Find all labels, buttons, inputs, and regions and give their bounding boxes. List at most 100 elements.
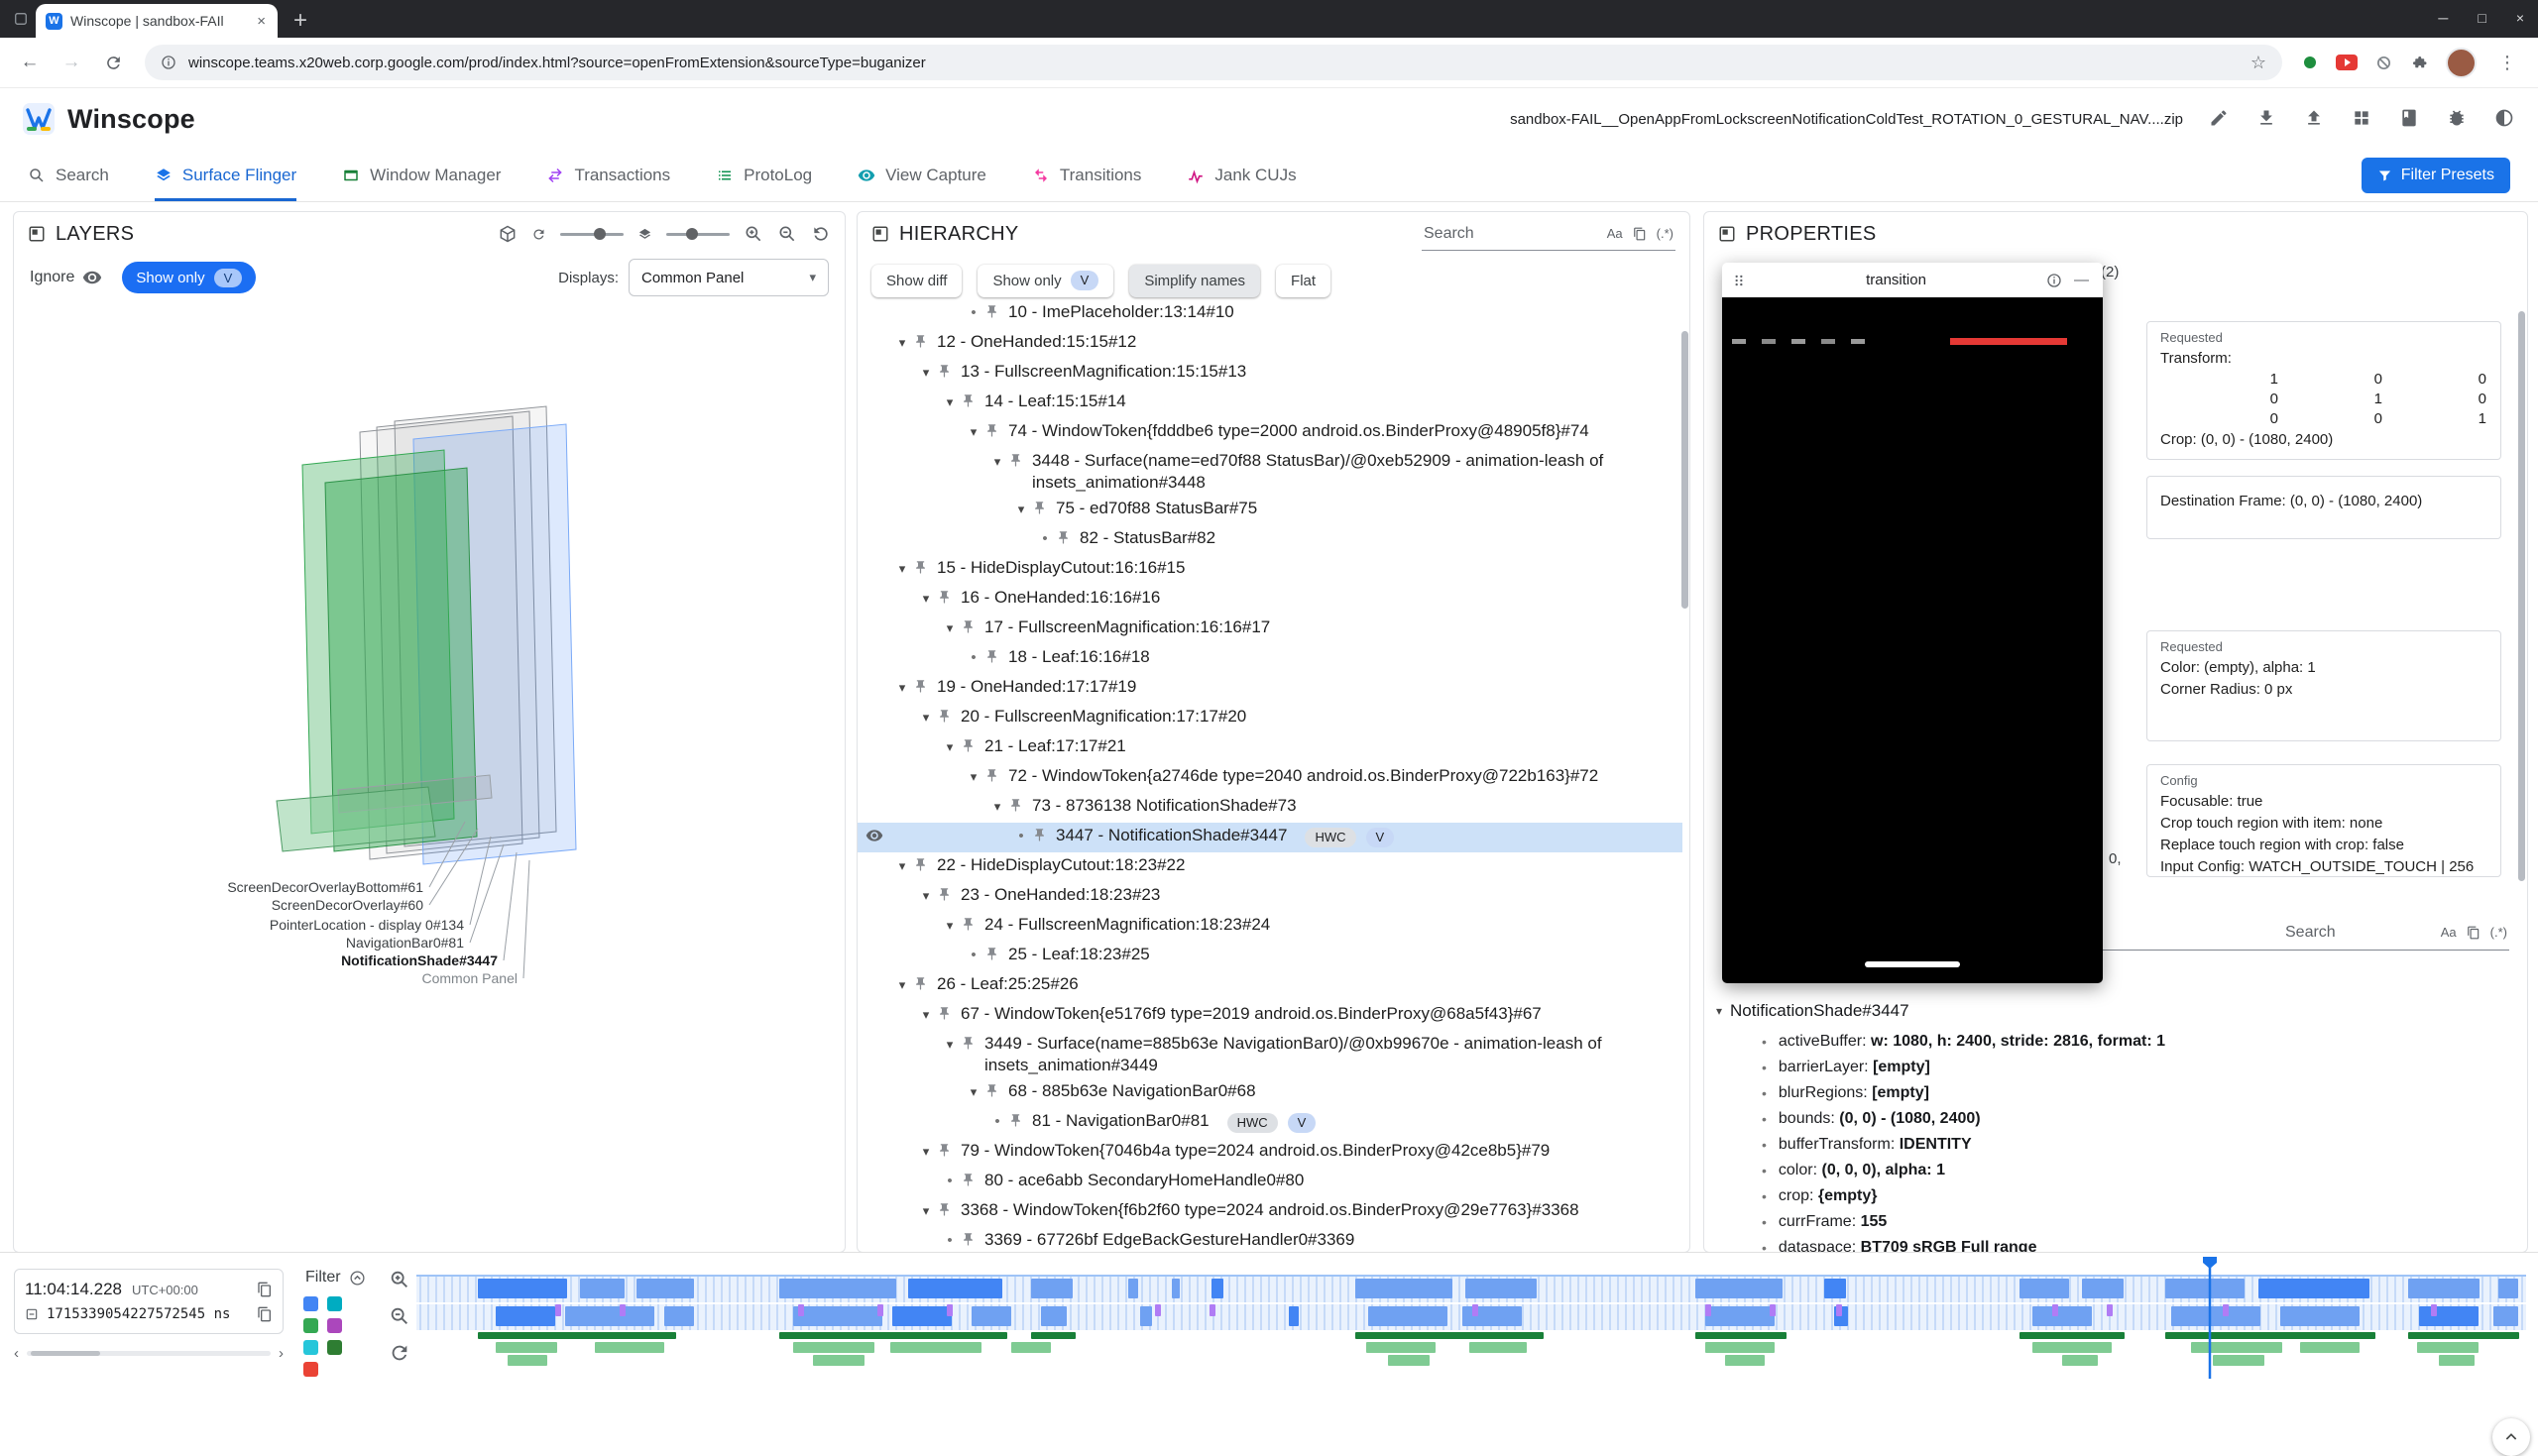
- scroll-left-icon[interactable]: ‹: [14, 1345, 19, 1362]
- match-case-icon[interactable]: Aa: [2441, 925, 2457, 940]
- tree-row[interactable]: ▾21 - Leaf:17:17#21: [858, 733, 1682, 763]
- pin-icon[interactable]: [984, 944, 1008, 961]
- tree-row[interactable]: ▾19 - OneHanded:17:17#19: [858, 674, 1682, 704]
- trace-type-icon[interactable]: [303, 1340, 318, 1355]
- minimize-icon[interactable]: —: [2070, 272, 2093, 288]
- browser-tab[interactable]: W Winscope | sandbox-FAIl ×: [36, 4, 278, 38]
- expand-arrow-icon[interactable]: ▾: [963, 765, 984, 788]
- tab-view-capture[interactable]: View Capture: [858, 150, 986, 201]
- pin-icon[interactable]: [913, 854, 937, 872]
- scroll-top-button[interactable]: [2492, 1418, 2530, 1456]
- timeline-cursor-handle[interactable]: [2203, 1257, 2217, 1269]
- tree-row[interactable]: ▾17 - FullscreenMagnification:16:16#17: [858, 615, 1682, 644]
- extension-disabled-icon[interactable]: [2375, 55, 2392, 71]
- tree-row[interactable]: ▾73 - 8736138 NotificationShade#73: [858, 793, 1682, 823]
- tree-row[interactable]: ▾3448 - Surface(name=ed70f88 StatusBar)/…: [858, 448, 1682, 496]
- dashboard-icon[interactable]: [2352, 108, 2373, 130]
- tree-row[interactable]: •10 - ImePlaceholder:13:14#10: [858, 299, 1682, 329]
- show-diff-button[interactable]: Show diff: [871, 265, 962, 297]
- expand-arrow-icon[interactable]: ▾: [915, 884, 937, 907]
- reload-icon[interactable]: [95, 45, 131, 80]
- trace-type-icon[interactable]: [327, 1318, 342, 1333]
- tree-row[interactable]: ▾20 - FullscreenMagnification:17:17#20: [858, 704, 1682, 733]
- copy-icon[interactable]: [257, 1306, 273, 1322]
- property-row[interactable]: •barrierLayer: [empty]: [1704, 1055, 2527, 1080]
- profile-avatar[interactable]: [2446, 48, 2477, 78]
- property-row[interactable]: •dataspace: BT709 sRGB Full range: [1704, 1235, 2527, 1252]
- new-tab-button[interactable]: +: [293, 9, 307, 33]
- tab-surface-flinger[interactable]: Surface Flinger: [155, 150, 296, 201]
- pin-icon[interactable]: [961, 914, 984, 932]
- filter-presets-button[interactable]: Filter Presets: [2362, 158, 2510, 193]
- download-icon[interactable]: [2256, 108, 2278, 130]
- pin-icon[interactable]: [1032, 825, 1056, 842]
- tab-close-icon[interactable]: ×: [255, 13, 268, 30]
- info-icon[interactable]: [2046, 273, 2062, 288]
- expand-arrow-icon[interactable]: ▾: [939, 1033, 961, 1056]
- match-case-icon[interactable]: Aa: [1607, 226, 1623, 241]
- pin-icon[interactable]: [1056, 527, 1080, 545]
- pin-icon[interactable]: [961, 391, 984, 408]
- pin-icon[interactable]: [961, 735, 984, 753]
- timeline-zoom-out-icon[interactable]: [389, 1305, 410, 1327]
- tree-row[interactable]: •25 - Leaf:18:23#25: [858, 942, 1682, 971]
- tree-row[interactable]: ▾26 - Leaf:25:25#26: [858, 971, 1682, 1001]
- browser-menu-icon[interactable]: ⋮: [2494, 53, 2520, 73]
- expand-arrow-icon[interactable]: ▾: [986, 450, 1008, 473]
- tree-row[interactable]: ▾68 - 885b63e NavigationBar0#68: [858, 1078, 1682, 1108]
- extension-green-icon[interactable]: [2302, 55, 2318, 70]
- trace-type-icon[interactable]: [327, 1340, 342, 1355]
- timeline-canvas[interactable]: [416, 1255, 2526, 1379]
- window-close-icon[interactable]: ×: [2516, 10, 2524, 26]
- pin-icon[interactable]: [984, 646, 1008, 664]
- collapse-icon[interactable]: [349, 1270, 366, 1287]
- drag-handle-icon[interactable]: [1732, 274, 1746, 287]
- tree-row[interactable]: ▾13 - FullscreenMagnification:15:15#13: [858, 359, 1682, 389]
- property-row[interactable]: •bounds: (0, 0) - (1080, 2400): [1704, 1106, 2527, 1132]
- layer-label[interactable]: PointerLocation - display 0#134: [270, 917, 464, 933]
- property-row[interactable]: •currFrame: 155: [1704, 1209, 2527, 1235]
- pin-icon[interactable]: [913, 331, 937, 349]
- pin-icon[interactable]: [961, 1229, 984, 1247]
- tree-row[interactable]: •3447 - NotificationShade#3447HWCV: [858, 823, 1682, 852]
- pin-icon[interactable]: [984, 420, 1008, 438]
- hierarchy-scrollbar[interactable]: [1681, 331, 1688, 609]
- expand-arrow-icon[interactable]: ▾: [1010, 498, 1032, 520]
- panel-icon[interactable]: [871, 225, 889, 243]
- show-only-button[interactable]: Show only V: [978, 265, 1113, 297]
- pin-icon[interactable]: [937, 1140, 961, 1158]
- expand-arrow-icon[interactable]: ▾: [915, 587, 937, 610]
- tree-row[interactable]: ▾16 - OneHanded:16:16#16: [858, 585, 1682, 615]
- property-row[interactable]: •blurRegions: [empty]: [1704, 1080, 2527, 1106]
- tree-row[interactable]: ▾14 - Leaf:15:15#14: [858, 389, 1682, 418]
- pin-icon[interactable]: [937, 706, 961, 724]
- transition-overlay-window[interactable]: transition —: [1722, 263, 2103, 983]
- tree-row[interactable]: ▾75 - ed70f88 StatusBar#75: [858, 496, 1682, 525]
- flat-button[interactable]: Flat: [1276, 265, 1330, 297]
- tree-row[interactable]: ▾15 - HideDisplayCutout:16:16#15: [858, 555, 1682, 585]
- tree-row[interactable]: ▾3449 - Surface(name=885b63e NavigationB…: [858, 1031, 1682, 1078]
- expand-arrow-icon[interactable]: ▾: [891, 676, 913, 699]
- tree-row[interactable]: •3369 - 67726bf EdgeBackGestureHandler0#…: [858, 1227, 1682, 1252]
- expand-arrow-icon[interactable]: ▾: [891, 331, 913, 354]
- timeline-reset-zoom-icon[interactable]: [389, 1342, 410, 1364]
- back-icon[interactable]: ←: [12, 45, 48, 80]
- tree-row[interactable]: ▾12 - OneHanded:15:15#12: [858, 329, 1682, 359]
- overlap-icon[interactable]: [1633, 227, 1647, 241]
- layer-label[interactable]: NotificationShade#3447: [341, 952, 498, 968]
- layer-label[interactable]: Common Panel: [422, 970, 519, 986]
- docs-book-icon[interactable]: [2399, 108, 2421, 130]
- tab-jank-cujs[interactable]: Jank CUJs: [1187, 150, 1296, 201]
- tree-row[interactable]: •80 - ace6abb SecondaryHomeHandle0#80: [858, 1168, 1682, 1197]
- timeline-filter-control[interactable]: Filter: [305, 1269, 366, 1287]
- property-row[interactable]: •bufferTransform: IDENTITY: [1704, 1132, 2527, 1158]
- overlap-icon[interactable]: [2467, 926, 2480, 940]
- tab-protolog[interactable]: ProtoLog: [716, 150, 812, 201]
- layer-label[interactable]: ScreenDecorOverlay#60: [272, 897, 423, 913]
- timeline-zoom-in-icon[interactable]: [389, 1269, 410, 1290]
- tree-row[interactable]: ▾79 - WindowToken{7046b4a type=2024 andr…: [858, 1138, 1682, 1168]
- pin-icon[interactable]: [913, 676, 937, 694]
- pin-icon[interactable]: [1008, 450, 1032, 468]
- edit-icon[interactable]: [2209, 108, 2231, 130]
- scroll-right-icon[interactable]: ›: [279, 1345, 284, 1362]
